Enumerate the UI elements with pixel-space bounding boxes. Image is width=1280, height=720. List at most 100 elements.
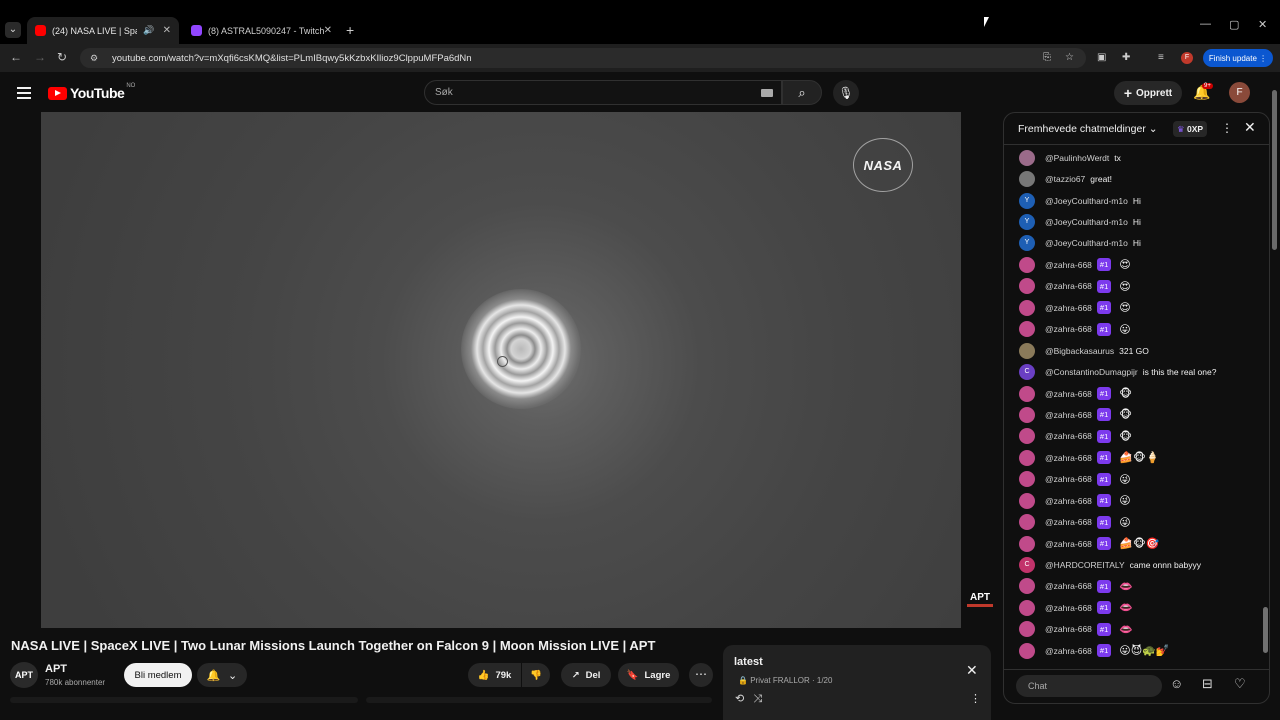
avatar[interactable]: Y xyxy=(1019,192,1035,209)
close-tab-icon[interactable]: ✕ xyxy=(324,25,332,36)
chat-author[interactable]: @zahra-668 xyxy=(1045,431,1092,441)
avatar[interactable]: Y xyxy=(1019,214,1035,231)
like-button[interactable]: 👍 79k xyxy=(468,663,521,687)
chat-author[interactable]: @zahra-668 xyxy=(1045,389,1092,399)
chat-author[interactable]: @PaulinhoWerdt xyxy=(1045,153,1109,163)
chat-message[interactable]: Y @JoeyCoulthard-m1o Hi xyxy=(1004,233,1262,254)
search-icon[interactable]: ⌕ xyxy=(782,80,822,105)
chat-message[interactable]: @zahra-668 #1 😍 xyxy=(1004,254,1262,275)
chat-author[interactable]: @JoeyCoulthard-m1o xyxy=(1045,238,1128,248)
bookmark-star-icon[interactable]: ☆ xyxy=(1065,52,1074,63)
chat-message[interactable]: @zahra-668 #1 🐵 xyxy=(1004,383,1262,404)
comments-box[interactable] xyxy=(366,697,712,703)
chat-author[interactable]: @zahra-668 xyxy=(1045,603,1092,613)
minimize-icon[interactable]: — xyxy=(1200,18,1211,30)
chat-author[interactable]: @JoeyCoulthard-m1o xyxy=(1045,196,1128,206)
chat-author[interactable]: @zahra-668 xyxy=(1045,539,1092,549)
join-button[interactable]: Bli medlem xyxy=(124,663,192,687)
avatar[interactable] xyxy=(1019,642,1035,659)
chat-message[interactable]: @Bigbackasaurus 321 GO xyxy=(1004,340,1262,361)
chat-message[interactable]: @zahra-668 #1 🐵 xyxy=(1004,404,1262,425)
playlist-title[interactable]: latest xyxy=(734,656,763,668)
chat-message[interactable]: @zahra-668 #1 👄 xyxy=(1004,597,1262,618)
chat-message[interactable]: @zahra-668 #1 😍 xyxy=(1004,297,1262,318)
chat-message[interactable]: @zahra-668 #1 😜 xyxy=(1004,490,1262,511)
chat-message[interactable]: Y @JoeyCoulthard-m1o Hi xyxy=(1004,211,1262,232)
chat-scrollbar[interactable] xyxy=(1263,149,1268,659)
avatar[interactable] xyxy=(1019,406,1035,423)
close-tab-icon[interactable]: ✕ xyxy=(163,25,171,36)
close-icon[interactable]: ✕ xyxy=(1244,119,1256,136)
subscription-bell-button[interactable]: 🔔 ⌄ xyxy=(197,663,247,687)
video-player[interactable]: NASA xyxy=(41,112,961,628)
browser-profile-avatar[interactable]: F xyxy=(1181,52,1193,64)
chat-mode-dropdown[interactable]: Fremhevede chatmeldinger ⌄ xyxy=(1018,123,1158,135)
chat-input[interactable]: Chat xyxy=(1016,675,1162,697)
finish-update-button[interactable]: Finish update ⋮ xyxy=(1203,49,1273,67)
avatar[interactable] xyxy=(1019,514,1035,531)
avatar[interactable] xyxy=(1019,171,1035,188)
chat-author[interactable]: @zahra-668 xyxy=(1045,646,1092,656)
chat-message[interactable]: Y @JoeyCoulthard-m1o Hi xyxy=(1004,190,1262,211)
chat-author[interactable]: @zahra-668 xyxy=(1045,410,1092,420)
avatar[interactable] xyxy=(1019,599,1035,616)
chat-message[interactable]: @PaulinhoWerdt tx xyxy=(1004,147,1262,168)
avatar[interactable] xyxy=(1019,535,1035,552)
chat-more-icon[interactable]: ⋮ xyxy=(1221,121,1233,135)
heart-icon[interactable]: ♡ xyxy=(1234,676,1246,692)
channel-avatar[interactable]: APT xyxy=(10,662,38,688)
site-info-icon[interactable]: ⚙ xyxy=(90,53,100,63)
maximize-icon[interactable]: ▢ xyxy=(1229,18,1239,31)
chat-author[interactable]: @zahra-668 xyxy=(1045,517,1092,527)
channel-name[interactable]: APT xyxy=(45,663,67,675)
media-control-icon[interactable]: ≡ xyxy=(1158,52,1164,63)
chat-author[interactable]: @zahra-668 xyxy=(1045,260,1092,270)
extension-icon[interactable]: ▣ xyxy=(1097,52,1106,63)
save-button[interactable]: 🔖 Lagre xyxy=(618,663,679,687)
avatar[interactable] xyxy=(1019,256,1035,273)
dislike-button[interactable]: 👎 xyxy=(522,663,550,687)
avatar[interactable] xyxy=(1019,149,1035,166)
chat-message[interactable]: @zahra-668 #1 👄 xyxy=(1004,619,1262,640)
avatar[interactable] xyxy=(1019,278,1035,295)
chat-message[interactable]: C @HARDCOREITALY came onnn babyyy xyxy=(1004,554,1262,575)
share-button[interactable]: ↗ Del xyxy=(561,663,611,687)
youtube-logo[interactable]: YouTube NO xyxy=(48,83,135,101)
chat-message[interactable]: @zahra-668 #1 👄 xyxy=(1004,576,1262,597)
chat-message[interactable]: @zahra-668 #1 😍 xyxy=(1004,276,1262,297)
chat-message[interactable]: @zahra-668 #1 😛 xyxy=(1004,319,1262,340)
chat-message[interactable]: C @ConstantinoDumagpijr is this the real o… xyxy=(1004,361,1262,382)
chat-message[interactable]: @zahra-668 #1 🍰🐵🍦 xyxy=(1004,447,1262,468)
shuffle-icon[interactable]: ⤨ xyxy=(753,693,762,705)
avatar[interactable] xyxy=(1019,578,1035,595)
forward-icon[interactable]: → xyxy=(34,50,46,64)
chat-message[interactable]: @zahra-668 #1 😜 xyxy=(1004,511,1262,532)
chat-author[interactable]: @zahra-668 xyxy=(1045,581,1092,591)
search-input[interactable]: Søk xyxy=(424,80,782,105)
avatar[interactable]: Y xyxy=(1019,235,1035,252)
chat-message[interactable]: @tazzio67 great! xyxy=(1004,168,1262,189)
avatar[interactable] xyxy=(1019,321,1035,338)
chat-message[interactable]: @zahra-668 #1 😜 xyxy=(1004,469,1262,490)
avatar[interactable]: F xyxy=(1229,82,1250,103)
more-actions-button[interactable]: ⋯ xyxy=(689,663,713,687)
chat-author[interactable]: @zahra-668 xyxy=(1045,474,1092,484)
avatar[interactable] xyxy=(1019,471,1035,488)
install-icon[interactable]: ⎘ xyxy=(1043,52,1051,63)
create-button[interactable]: + Opprett xyxy=(1114,81,1182,105)
new-tab-button[interactable]: + xyxy=(346,22,354,38)
back-icon[interactable]: ← xyxy=(10,50,22,64)
avatar[interactable] xyxy=(1019,492,1035,509)
chat-author[interactable]: @zahra-668 xyxy=(1045,453,1092,463)
tab-search-button[interactable]: ⌄ xyxy=(5,22,21,38)
avatar[interactable] xyxy=(1019,449,1035,466)
tab-nasa-live[interactable]: (24) NASA LIVE | SpaceX LIVE 🔊 ✕ xyxy=(27,17,179,44)
xp-badge[interactable]: ♛ 0XP xyxy=(1173,121,1208,137)
chat-author[interactable]: @JoeyCoulthard-m1o xyxy=(1045,217,1128,227)
chat-author[interactable]: @Bigbackasaurus xyxy=(1045,346,1114,356)
avatar[interactable] xyxy=(1019,299,1035,316)
chat-author[interactable]: @zahra-668 xyxy=(1045,624,1092,634)
chat-message[interactable]: @zahra-668 #1 🐵 xyxy=(1004,426,1262,447)
url-field[interactable]: ⚙ youtube.com/watch?v=mXqfi6csKMQ&list=P… xyxy=(80,48,1086,68)
avatar[interactable] xyxy=(1019,385,1035,402)
